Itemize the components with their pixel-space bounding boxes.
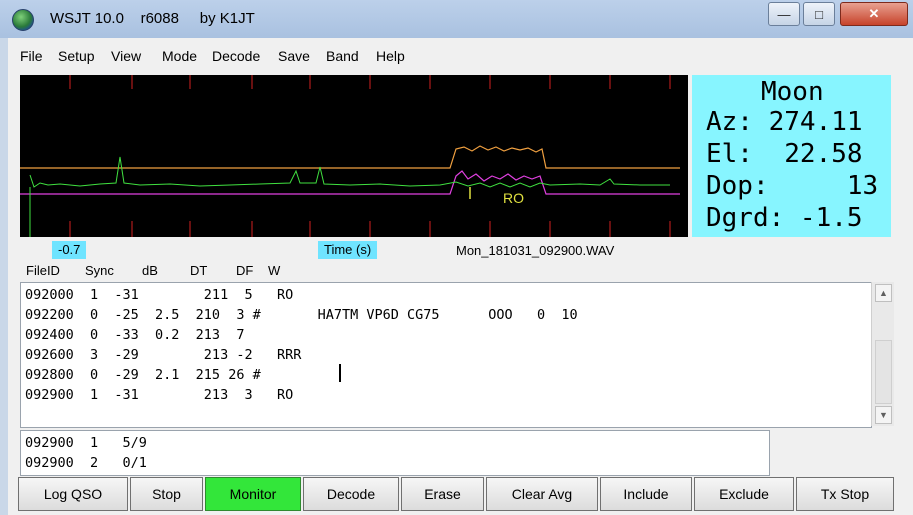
- average-row: 092900 1 5/9: [25, 435, 147, 451]
- globe-icon: [12, 9, 34, 31]
- moon-doppler: Dop: 13: [706, 171, 879, 201]
- col-sync: Sync: [85, 263, 114, 278]
- scroll-thumb[interactable]: [875, 340, 892, 404]
- minimize-button[interactable]: —: [768, 2, 800, 26]
- clear-avg-button[interactable]: Clear Avg: [486, 477, 598, 511]
- tx-stop-button[interactable]: Tx Stop: [796, 477, 894, 511]
- decode-row: 092900 1 -31 213 3 RO: [25, 387, 294, 403]
- close-icon: ✕: [868, 6, 880, 21]
- time-offset-value: -0.7: [52, 241, 87, 259]
- stop-button[interactable]: Stop: [130, 477, 203, 511]
- scroll-up-icon[interactable]: ▲: [875, 284, 892, 302]
- top-ticks: [69, 75, 671, 89]
- text-cursor: [339, 364, 341, 382]
- window-title: WSJT 10.0 r6088 by K1JT: [50, 10, 255, 27]
- title-bar: WSJT 10.0 r6088 by K1JT — □ ✕: [0, 0, 913, 38]
- col-df: DF: [236, 263, 254, 278]
- magenta-trace: [20, 170, 680, 195]
- minimize-icon: —: [777, 6, 791, 22]
- wav-filename: Mon_181031_092900.WAV: [456, 243, 615, 258]
- decode-row: 092400 0 -33 0.2 213 7: [25, 327, 245, 343]
- log-qso-button[interactable]: Log QSO: [18, 477, 128, 511]
- moon-azimuth: Az: 274.11: [706, 107, 863, 137]
- col-fileid: FileID: [26, 263, 60, 278]
- menu-save[interactable]: Save: [278, 48, 310, 64]
- moon-panel: Moon Az: 274.11 El: 22.58 Dop: 13 Dgrd: …: [692, 75, 891, 237]
- close-button[interactable]: ✕: [840, 2, 908, 26]
- decode-row: 092600 3 -29 213 -2 RRR: [25, 347, 302, 363]
- green-trace: [29, 156, 670, 188]
- menu-mode[interactable]: Mode: [162, 48, 197, 64]
- maximize-icon: □: [815, 6, 823, 22]
- time-axis-label: Time (s): [318, 241, 378, 259]
- exclude-button[interactable]: Exclude: [694, 477, 794, 511]
- col-db: dB: [142, 263, 158, 278]
- moon-degradation: Dgrd: -1.5: [706, 203, 863, 233]
- spectrum-marker-label: RO: [503, 190, 524, 206]
- spectrum-graph: RO: [20, 75, 680, 237]
- maximize-button[interactable]: □: [803, 2, 835, 26]
- decode-scrollbar[interactable]: ▲ ▼: [871, 282, 894, 426]
- moon-elevation: El: 22.58: [706, 139, 863, 169]
- menu-decode[interactable]: Decode: [212, 48, 260, 64]
- menu-setup[interactable]: Setup: [58, 48, 95, 64]
- decode-row: 092000 1 -31 211 5 RO: [25, 287, 294, 303]
- menu-help[interactable]: Help: [376, 48, 405, 64]
- menu-band[interactable]: Band: [326, 48, 359, 64]
- menu-view[interactable]: View: [111, 48, 141, 64]
- decode-button[interactable]: Decode: [303, 477, 399, 511]
- menu-file[interactable]: File: [20, 48, 43, 64]
- decode-row: 092800 0 -29 2.1 215 26 #: [25, 367, 261, 383]
- col-dt: DT: [190, 263, 208, 278]
- scroll-down-icon[interactable]: ▼: [875, 406, 892, 424]
- decoded-text-area[interactable]: 092000 1 -31 211 5 RO 092200 0 -25 2.5 2…: [20, 282, 872, 428]
- erase-button[interactable]: Erase: [401, 477, 484, 511]
- menu-bar: File Setup View Mode Decode Save Band He…: [8, 38, 913, 74]
- include-button[interactable]: Include: [600, 477, 692, 511]
- decode-row: 092200 0 -25 2.5 210 3 # HA7TM VP6D CG75…: [25, 307, 578, 323]
- moon-title: Moon: [761, 77, 824, 107]
- col-w: W: [268, 263, 281, 278]
- average-row: 092900 2 0/1: [25, 455, 147, 471]
- average-text-area[interactable]: 092900 1 5/9 092900 2 0/1: [20, 430, 770, 476]
- monitor-button[interactable]: Monitor: [205, 477, 301, 511]
- spectrum-plot[interactable]: RO: [20, 75, 688, 237]
- bottom-ticks: [69, 221, 671, 237]
